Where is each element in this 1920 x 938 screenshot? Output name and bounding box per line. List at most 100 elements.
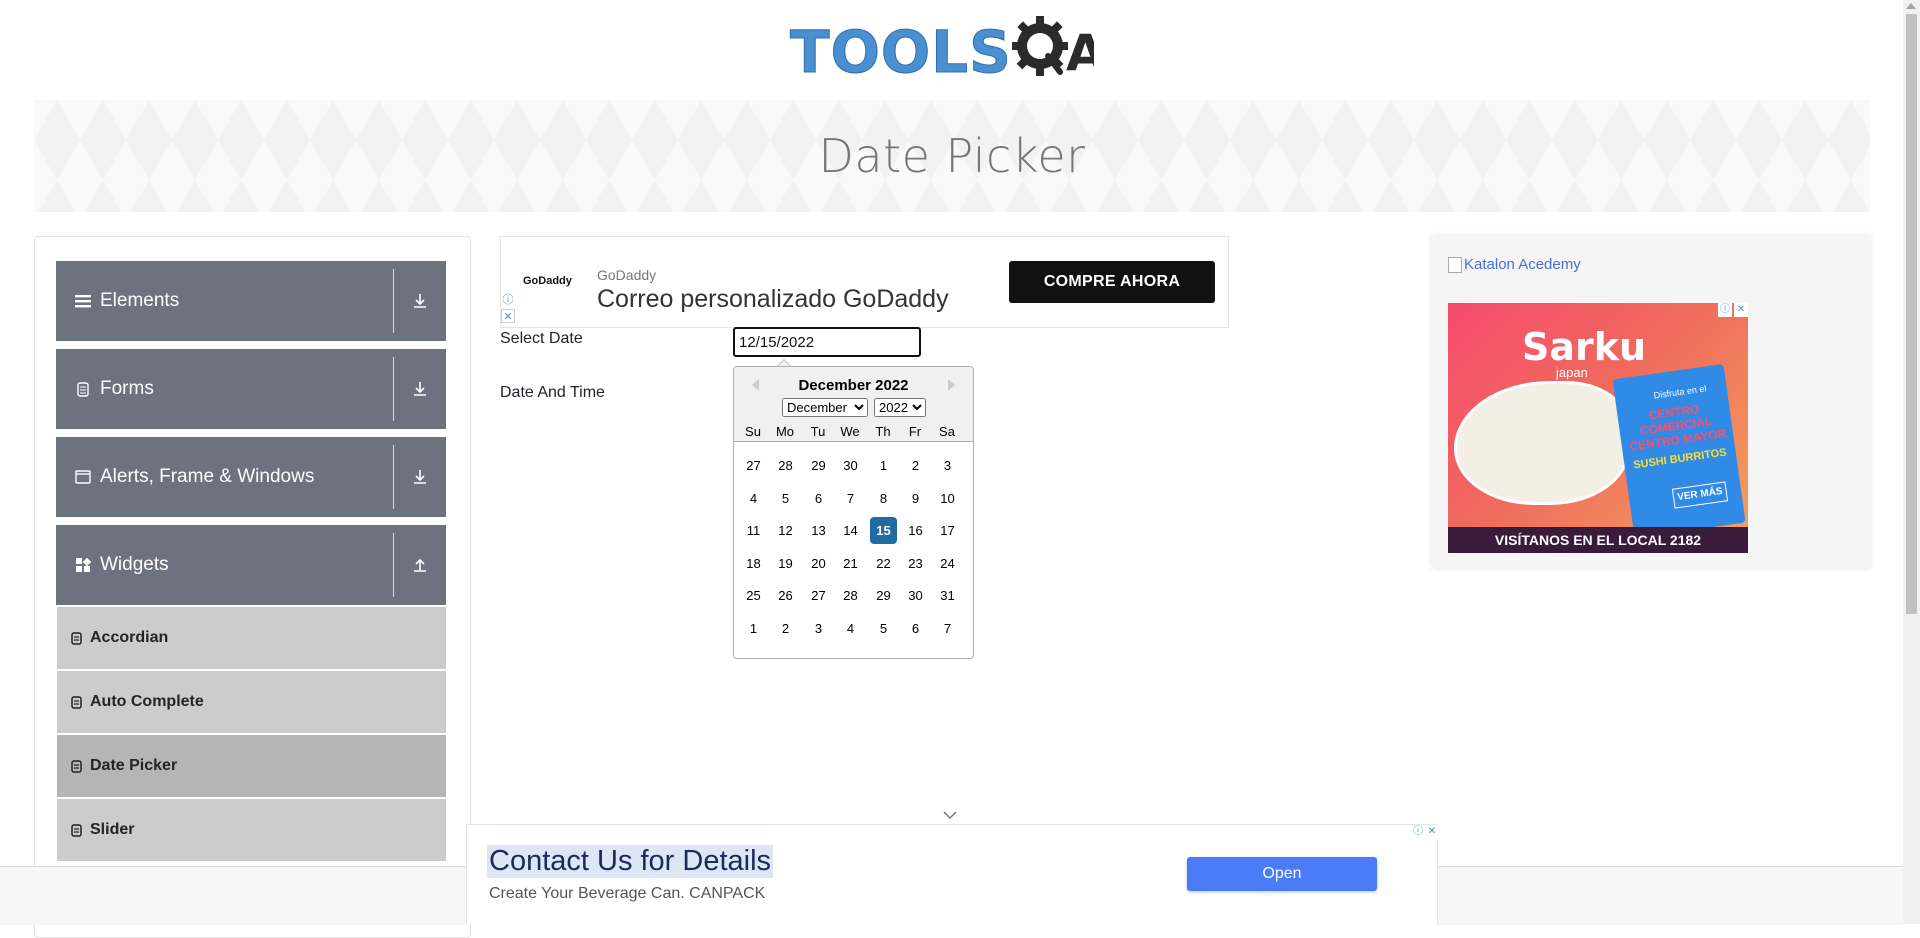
sarku-brand: Sarku [1522, 325, 1647, 369]
sarku-subbrand: japan [1556, 365, 1588, 380]
calendar-day[interactable]: 31 [934, 582, 961, 609]
bottom-ad-subtitle: Create Your Beverage Can. CANPACK [489, 885, 766, 902]
calendar-day[interactable]: 4 [740, 485, 767, 512]
weekday-label: Tu [810, 424, 826, 439]
year-select[interactable]: 2022 [874, 398, 926, 417]
bottom-ad-open-button[interactable]: Open [1187, 857, 1377, 891]
calendar-popup: December 2022 December 2022 Su Mo Tu We Th Fr… [733, 366, 974, 659]
page-title: Date Picker [818, 129, 1086, 183]
logo-text: TOOLS [790, 18, 1012, 86]
calendar-day[interactable]: 21 [837, 550, 864, 577]
list-item-icon [71, 695, 82, 709]
calendar-day[interactable]: 8 [870, 485, 897, 512]
calendar-day[interactable]: 1 [870, 452, 897, 479]
weekday-label: Su [745, 424, 761, 439]
calendar-day[interactable]: 3 [934, 452, 961, 479]
calendar-day[interactable]: 7 [934, 615, 961, 642]
sidebar-group-forms[interactable]: Forms [56, 349, 446, 429]
list-item-icon [71, 823, 82, 837]
sidebar-item-label: Date Picker [90, 757, 178, 774]
list-item-icon [71, 759, 82, 773]
calendar-day[interactable]: 7 [837, 485, 864, 512]
toolsqa-logo[interactable]: TOOLS A [790, 14, 1120, 90]
ad-info-icon[interactable]: ⓘ [1411, 825, 1425, 839]
ad-cta-button[interactable]: COMPRE AHORA [1009, 261, 1215, 303]
katalon-alt-text: Katalon Acedemy [1464, 256, 1581, 273]
sidebar-group-alerts[interactable]: Alerts, Frame & Windows [56, 437, 446, 517]
calendar-day[interactable]: 16 [902, 517, 929, 544]
scrollbar-thumb[interactable] [1906, 14, 1917, 614]
select-date-input[interactable] [733, 327, 921, 357]
sidebar: Elements Forms Alerts, Frame & Windows W… [34, 236, 471, 938]
calendar-day[interactable]: 27 [805, 582, 832, 609]
calendar-day[interactable]: 9 [902, 485, 929, 512]
calendar-day[interactable]: 12 [772, 517, 799, 544]
calendar-day[interactable]: 5 [772, 485, 799, 512]
download-icon [394, 293, 446, 309]
sidebar-item-label: Slider [90, 821, 135, 838]
sidebar-group-widgets[interactable]: Widgets [56, 525, 446, 605]
sidebar-item-auto-complete[interactable]: Auto Complete [57, 671, 446, 735]
calendar-day[interactable]: 1 [740, 615, 767, 642]
sidebar-item-slider[interactable]: Slider [57, 799, 446, 863]
upload-icon [394, 557, 446, 573]
right-ad-panel: Katalon Acedemy Sarku japan Disfruta en … [1432, 236, 1870, 568]
calendar-day[interactable]: 5 [870, 615, 897, 642]
calendar-day[interactable]: 20 [805, 550, 832, 577]
chevron-down-icon[interactable] [942, 810, 958, 820]
calendar-day[interactable]: 29 [870, 582, 897, 609]
calendar-day[interactable]: 2 [902, 452, 929, 479]
calendar-day[interactable]: 17 [934, 517, 961, 544]
scroll-up-icon[interactable] [1906, 3, 1916, 9]
sidebar-item-accordian[interactable]: Accordian [57, 607, 446, 671]
ad-title: Correo personalizado GoDaddy [597, 285, 949, 313]
select-date-label: Select Date [500, 330, 583, 347]
ad-close-icon[interactable]: ✕ [501, 309, 515, 323]
calendar-day[interactable]: 3 [805, 615, 832, 642]
calendar-day[interactable]: 30 [837, 452, 864, 479]
calendar-day[interactable]: 19 [772, 550, 799, 577]
month-select[interactable]: December [782, 398, 868, 417]
calendar-day[interactable]: 28 [837, 582, 864, 609]
calendar-day[interactable]: 26 [772, 582, 799, 609]
calendar-day[interactable]: 6 [805, 485, 832, 512]
ad-info-icon[interactable]: ⓘ [1718, 303, 1732, 317]
calendar-day[interactable]: 29 [805, 452, 832, 479]
calendar-day[interactable]: 18 [740, 550, 767, 577]
calendar-day[interactable]: 13 [805, 517, 832, 544]
calendar-day[interactable]: 2 [772, 615, 799, 642]
sidebar-group-elements[interactable]: Elements [56, 261, 446, 341]
calendar-day[interactable]: 10 [934, 485, 961, 512]
calendar-day[interactable]: 22 [870, 550, 897, 577]
calendar-day[interactable]: 28 [772, 452, 799, 479]
sidebar-group-label: Elements [100, 290, 180, 311]
ad-close-icon[interactable]: ✕ [1734, 303, 1748, 317]
calendar-day[interactable]: 15 [870, 517, 897, 545]
bottom-ad-title: Contact Us for Details [487, 845, 774, 878]
calendar-day[interactable]: 14 [837, 517, 864, 544]
sushi-burrito-image [1454, 381, 1630, 505]
ad-logo: GoDaddy [523, 275, 572, 287]
sidebar-item-date-picker[interactable]: Date Picker [57, 735, 446, 799]
download-icon [394, 469, 446, 485]
calendar-day[interactable]: 24 [934, 550, 961, 577]
ad-info-icon[interactable]: ⓘ [501, 293, 515, 307]
calendar-day[interactable]: 11 [740, 517, 767, 544]
calendar-day[interactable]: 30 [902, 582, 929, 609]
ad-close-icon[interactable]: ✕ [1425, 825, 1439, 839]
bottom-ad[interactable]: Contact Us for Details Create Your Bever… [466, 824, 1439, 925]
sarku-ad[interactable]: Sarku japan Disfruta en el CENTRO COMERC… [1448, 303, 1748, 553]
download-icon [394, 381, 446, 397]
weekday-label: Fr [908, 424, 922, 439]
window-icon [72, 470, 94, 484]
calendar-day[interactable]: 4 [837, 615, 864, 642]
calendar-day[interactable]: 25 [740, 582, 767, 609]
godaddy-ad[interactable]: GoDaddy GoDaddy Correo personalizado GoD… [500, 236, 1229, 328]
calendar-day[interactable]: 23 [902, 550, 929, 577]
calendar-day[interactable]: 27 [740, 452, 767, 479]
sidebar-group-label: Alerts, Frame & Windows [100, 466, 315, 487]
katalon-ad-link[interactable]: Katalon Acedemy [1448, 256, 1581, 273]
sidebar-group-label: Forms [100, 378, 154, 399]
calendar-day[interactable]: 6 [902, 615, 929, 642]
promo-bottom-bar: VISÍTANOS EN EL LOCAL 2182 [1448, 527, 1748, 553]
